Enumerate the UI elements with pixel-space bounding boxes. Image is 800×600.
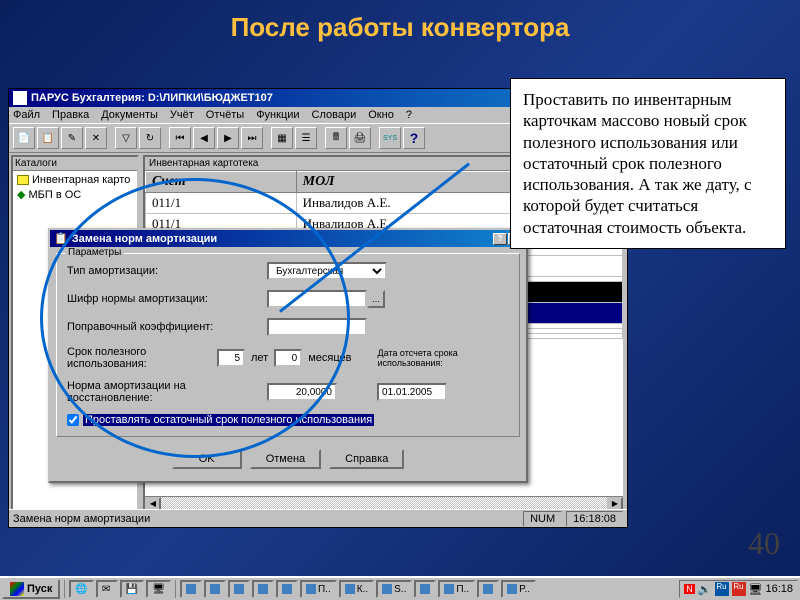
status-text: Замена норм амортизации: [13, 513, 150, 525]
menu-accounting[interactable]: Учёт: [170, 109, 194, 121]
tb-tree[interactable]: ☰: [295, 127, 317, 149]
start-label: Пуск: [27, 583, 52, 595]
tb-prev[interactable]: ◀: [193, 127, 215, 149]
taskbar-item[interactable]: [228, 580, 250, 598]
ql-item[interactable]: ✉: [96, 580, 118, 598]
group-label: Параметры: [65, 247, 124, 258]
tree-item-mbp[interactable]: ◆МБП в ОС: [15, 187, 135, 202]
folder-icon: [17, 175, 29, 185]
tb-calc[interactable]: 🖩: [325, 127, 347, 149]
cancel-button[interactable]: Отмена: [250, 449, 321, 469]
months-input[interactable]: [274, 349, 302, 367]
start-button[interactable]: Пуск: [2, 579, 60, 599]
menu-help[interactable]: ?: [406, 109, 412, 121]
tb-last[interactable]: ⏭: [241, 127, 263, 149]
tb-new[interactable]: 📄: [13, 127, 35, 149]
taskbar-item[interactable]: S..: [376, 580, 412, 598]
callout-box: Проставить по инвентарным карточкам масс…: [510, 78, 786, 249]
taskbar-item[interactable]: [180, 580, 202, 598]
menu-documents[interactable]: Документы: [101, 109, 158, 121]
dialog-title-text: Замена норм амортизации: [72, 233, 218, 245]
tray-n-icon: N: [684, 584, 695, 594]
dialog-titlebar: 📋 Замена норм амортизации ? ×: [50, 230, 526, 247]
menu-dictionaries[interactable]: Словари: [312, 109, 357, 121]
label-coef: Поправочный коэффициент:: [67, 321, 267, 333]
slide-number: 40: [748, 525, 780, 562]
label-type: Тип амортизации:: [67, 265, 267, 277]
code-input[interactable]: [267, 290, 367, 308]
ql-item[interactable]: 🖥: [146, 580, 171, 598]
taskbar-item[interactable]: [252, 580, 274, 598]
tray-s-icon: 🔊: [698, 583, 712, 596]
menu-functions[interactable]: Функции: [256, 109, 299, 121]
taskbar-item[interactable]: P..: [501, 580, 536, 598]
app-title-text: ПАРУС Бухгалтерия: D:\ЛИПКИ\БЮДЖЕТ107: [31, 92, 273, 104]
tb-copy[interactable]: 📋: [37, 127, 59, 149]
statusbar: Замена норм амортизации NUM 16:18:08: [9, 509, 627, 527]
label-term: Срок полезного использования:: [67, 346, 217, 370]
tb-filter[interactable]: ▽: [115, 127, 137, 149]
tree-item-inventory[interactable]: Инвентарная карто: [15, 173, 135, 187]
dialog-icon: 📋: [54, 232, 68, 245]
slide-title: После работы конвертора: [0, 0, 800, 51]
taskbar-item[interactable]: [276, 580, 298, 598]
norm-input[interactable]: [267, 383, 337, 401]
params-group: Параметры Тип амортизации: Бухгалтерская…: [56, 253, 520, 437]
taskbar-item[interactable]: [477, 580, 499, 598]
label-norm: Норма амортизации на восстановление:: [67, 380, 267, 404]
years-input[interactable]: [217, 349, 245, 367]
tb-refresh[interactable]: ↻: [139, 127, 161, 149]
label-date: Дата отсчета срока использования:: [378, 348, 478, 368]
taskbar-item[interactable]: П..: [300, 580, 337, 598]
tray-kb-icon[interactable]: Ru: [732, 582, 746, 596]
tb-edit[interactable]: ✎: [61, 127, 83, 149]
menu-file[interactable]: Файл: [13, 109, 40, 121]
date-input[interactable]: [377, 383, 447, 401]
tray-ru-icon[interactable]: Ru: [715, 582, 729, 596]
menu-reports[interactable]: Отчёты: [206, 109, 244, 121]
dialog-help-button[interactable]: ?: [493, 233, 507, 245]
tb-next[interactable]: ▶: [217, 127, 239, 149]
ql-item[interactable]: 🌐: [69, 580, 93, 598]
tb-help[interactable]: ?: [403, 127, 425, 149]
ql-item[interactable]: 💾: [120, 580, 144, 598]
type-select[interactable]: Бухгалтерская: [267, 262, 387, 280]
tb-grid[interactable]: ▦: [271, 127, 293, 149]
label-code: Шифр нормы амортизации:: [67, 293, 267, 305]
help-button[interactable]: Справка: [329, 449, 404, 469]
tb-print[interactable]: 🖨: [349, 127, 371, 149]
tb-system[interactable]: SYS: [379, 127, 401, 149]
tb-delete[interactable]: ✕: [85, 127, 107, 149]
ok-button[interactable]: OK: [172, 449, 242, 469]
status-time: 16:18:08: [566, 511, 623, 527]
menu-edit[interactable]: Правка: [52, 109, 89, 121]
windows-icon: [10, 582, 24, 596]
status-num: NUM: [523, 511, 562, 527]
tray-time: 16:18: [765, 583, 793, 595]
system-tray[interactable]: N 🔊 Ru Ru 🖥 16:18: [679, 580, 798, 598]
taskbar-item[interactable]: [204, 580, 226, 598]
coef-input[interactable]: [267, 318, 367, 336]
taskbar-item[interactable]: [414, 580, 436, 598]
taskbar: Пуск 🌐 ✉ 💾 🖥 П..К..S..П..P.. N 🔊 Ru Ru 🖥…: [0, 576, 800, 600]
tree-label: Инвентарная карто: [32, 174, 130, 186]
tray-icon: 🖥: [749, 583, 763, 596]
catalog-title: Каталоги: [13, 157, 137, 171]
code-lookup-button[interactable]: ...: [367, 290, 385, 308]
diamond-icon: ◆: [17, 188, 25, 201]
taskbar-item[interactable]: К..: [339, 580, 374, 598]
checkbox-label: Проставлять остаточный срок полезного ис…: [83, 414, 374, 426]
amortization-dialog: 📋 Замена норм амортизации ? × Параметры …: [48, 228, 528, 483]
menu-window[interactable]: Окно: [368, 109, 394, 121]
tb-first[interactable]: ⏮: [169, 127, 191, 149]
taskbar-item[interactable]: П..: [438, 580, 475, 598]
app-icon: [13, 91, 27, 105]
residual-checkbox[interactable]: [67, 414, 79, 426]
months-unit: месяцев: [308, 352, 351, 364]
col-account[interactable]: Счет: [146, 172, 297, 193]
tree-label: МБП в ОС: [28, 189, 81, 201]
years-unit: лет: [251, 352, 268, 364]
